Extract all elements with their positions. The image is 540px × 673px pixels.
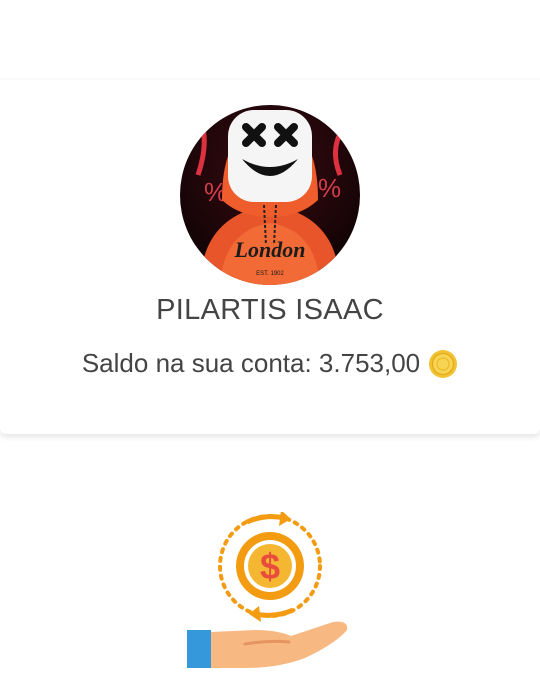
coin-icon [428,349,458,379]
balance-row: Saldo na sua conta: 3.753,00 [0,348,540,379]
user-name: PILARTIS ISAAC [156,294,384,326]
avatar-icon: % % London EST. 1902 [180,105,360,285]
money-hand-icon: $ [185,510,355,668]
svg-text:London: London [234,237,306,262]
svg-text:%: % [318,173,341,203]
balance-label: Saldo na sua conta: 3.753,00 [81,348,421,378]
balance-value: 3.753,00 [318,348,421,378]
svg-text:$: $ [260,546,280,587]
svg-text:EST. 1902: EST. 1902 [256,271,284,277]
avatar[interactable]: % % London EST. 1902 [180,105,360,285]
profile-card: % % London EST. 1902 PILARTIS ISAAC Sald… [0,80,540,434]
